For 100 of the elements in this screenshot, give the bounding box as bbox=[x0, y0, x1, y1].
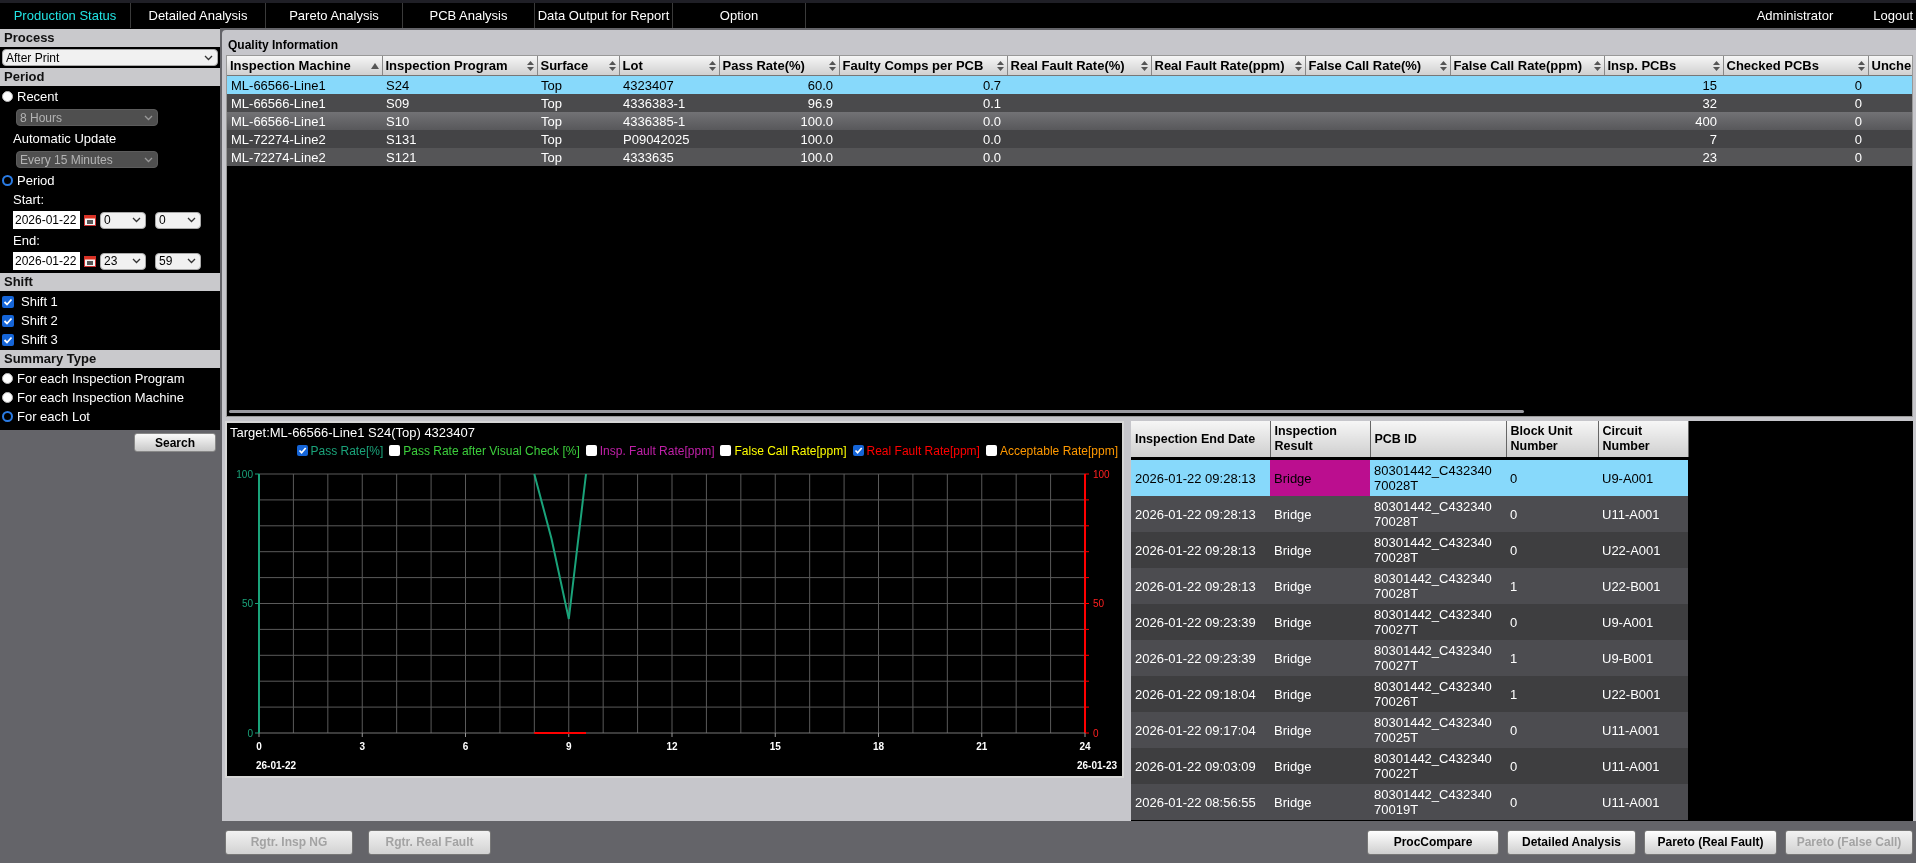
hour-select[interactable]: 23 bbox=[100, 252, 146, 270]
legend-label: Pass Rate after Visual Check [%] bbox=[403, 443, 580, 458]
sort-icon[interactable] bbox=[526, 60, 534, 71]
table-row[interactable]: 2026-01-22 09:28:13 Bridge 80301442_C43234070028T 0 U11-A001 bbox=[1131, 496, 1688, 532]
table-row[interactable]: 2026-01-22 09:23:39 Bridge 80301442_C43234070027T 0 U9-A001 bbox=[1131, 604, 1688, 640]
column-header[interactable]: Inspection Program bbox=[382, 56, 537, 76]
sort-icon[interactable] bbox=[608, 60, 616, 71]
checkbox[interactable] bbox=[389, 445, 401, 457]
checkbox[interactable] bbox=[985, 445, 997, 457]
table-cell: 0.0 bbox=[839, 112, 1007, 130]
table-cell: 4336385-1 bbox=[619, 112, 719, 130]
result-cell: Bridge bbox=[1270, 458, 1370, 496]
table-cell: 7 bbox=[1604, 130, 1723, 148]
radio-button[interactable] bbox=[2, 411, 13, 422]
checkbox[interactable] bbox=[720, 445, 732, 457]
column-header[interactable]: PCB ID bbox=[1370, 421, 1506, 459]
column-header[interactable]: Inspection Result bbox=[1270, 421, 1370, 459]
radio-button[interactable] bbox=[2, 91, 13, 102]
table-row[interactable]: ML-66566-Line1 S10 Top 4336385-1 100.0 0.0 400 0 bbox=[227, 112, 1912, 130]
table-cell: S131 bbox=[382, 130, 537, 148]
date-field[interactable]: 2026-01-22 bbox=[13, 252, 80, 270]
sort-icon[interactable] bbox=[1857, 60, 1865, 71]
table-row[interactable]: 2026-01-22 08:56:55 Bridge 80301442_C43234070019T 0 U11-A001 bbox=[1131, 784, 1688, 820]
radio-button[interactable] bbox=[2, 373, 13, 384]
table-row[interactable]: ML-66566-Line1 S24 Top 4323407 60.0 0.7 15 0 bbox=[227, 75, 1912, 94]
minute-select[interactable]: 0 bbox=[155, 211, 201, 229]
table-cell: 0 bbox=[1506, 784, 1598, 820]
column-header[interactable]: Real Fault Rate(ppm) bbox=[1151, 56, 1305, 76]
calendar-icon[interactable] bbox=[84, 214, 96, 226]
axis-label: 6 bbox=[462, 740, 469, 752]
table-cell: U22-A001 bbox=[1598, 532, 1688, 568]
table-row[interactable]: ML-72274-Line2 S121 Top 4333635 100.0 0.0 23 0 bbox=[227, 148, 1912, 166]
sort-icon[interactable] bbox=[1439, 60, 1447, 71]
sort-icon[interactable] bbox=[828, 60, 836, 71]
sort-icon[interactable] bbox=[1294, 60, 1302, 71]
nav-tab[interactable]: Data Output for Report bbox=[535, 3, 673, 28]
table-row[interactable]: 2026-01-22 09:28:13 Bridge 80301442_C43234070028T 0 U22-A001 bbox=[1131, 532, 1688, 568]
column-header[interactable]: Pass Rate(%) bbox=[719, 56, 839, 76]
column-header[interactable]: Checked PCBs bbox=[1723, 56, 1868, 76]
column-header[interactable]: Inspection Machine bbox=[227, 56, 382, 76]
checkbox[interactable] bbox=[2, 314, 14, 327]
column-header[interactable]: False Call Rate(%) bbox=[1305, 56, 1450, 76]
checkbox[interactable] bbox=[852, 445, 864, 457]
date-field[interactable]: 2026-01-22 bbox=[13, 211, 80, 229]
table-cell: 100.0 bbox=[719, 148, 839, 166]
column-header[interactable]: Real Fault Rate(%) bbox=[1007, 56, 1151, 76]
radio-button[interactable] bbox=[2, 175, 13, 186]
checkbox[interactable] bbox=[2, 295, 14, 308]
table-row[interactable]: 2026-01-22 09:17:04 Bridge 80301442_C43234070025T 0 U11-A001 bbox=[1131, 712, 1688, 748]
column-header[interactable]: Unche bbox=[1868, 56, 1912, 76]
table-row[interactable]: 2026-01-22 09:28:13 Bridge 80301442_C43234070028T 1 U22-B001 bbox=[1131, 568, 1688, 604]
table-cell: 2026-01-22 09:28:13 bbox=[1131, 532, 1270, 568]
logout-link[interactable]: Logout bbox=[1873, 3, 1913, 28]
table-row[interactable]: 2026-01-22 09:23:39 Bridge 80301442_C43234070027T 1 U9-B001 bbox=[1131, 640, 1688, 676]
table-cell: 0 bbox=[1506, 532, 1598, 568]
table-cell: ML-66566-Line1 bbox=[227, 94, 382, 112]
action-button[interactable]: Detailed Analysis bbox=[1507, 829, 1636, 855]
column-header[interactable]: Surface bbox=[537, 56, 619, 76]
axis-label: 21 bbox=[976, 740, 988, 752]
axis-label: 3 bbox=[359, 740, 366, 752]
table-row[interactable]: 2026-01-22 09:18:04 Bridge 80301442_C43234070026T 1 U22-B001 bbox=[1131, 676, 1688, 712]
table-cell: 2026-01-22 09:23:39 bbox=[1131, 604, 1270, 640]
sort-icon[interactable] bbox=[996, 60, 1004, 71]
table-cell: 23 bbox=[1604, 148, 1723, 166]
sort-icon[interactable] bbox=[1593, 60, 1601, 71]
table-row[interactable]: ML-66566-Line1 S09 Top 4336383-1 96.9 0.1 32 0 bbox=[227, 94, 1912, 112]
column-header[interactable]: Circuit Number bbox=[1598, 421, 1688, 459]
legend-label: False Call Rate[ppm] bbox=[734, 443, 847, 458]
field-label: Automatic Update bbox=[12, 130, 118, 148]
table-row[interactable]: 2026-01-22 09:28:13 Bridge 80301442_C43234070028T 0 U9-A001 bbox=[1131, 458, 1688, 496]
column-header[interactable]: Faulty Comps per PCB bbox=[839, 56, 1007, 76]
sort-icon[interactable] bbox=[370, 62, 379, 69]
table-row[interactable]: ML-72274-Line2 S131 Top P09042025 100.0 0.0 7 0 bbox=[227, 130, 1912, 148]
table-row[interactable]: 2026-01-22 09:03:09 Bridge 80301442_C43234070022T 0 U11-A001 bbox=[1131, 748, 1688, 784]
minute-select[interactable]: 59 bbox=[155, 252, 201, 270]
checkbox[interactable] bbox=[2, 333, 14, 346]
hour-select[interactable]: 0 bbox=[100, 211, 146, 229]
column-header[interactable]: Block Unit Number bbox=[1506, 421, 1598, 459]
radio-button[interactable] bbox=[2, 392, 13, 403]
calendar-icon[interactable] bbox=[84, 255, 96, 267]
action-button[interactable]: ProcCompare bbox=[1367, 829, 1499, 855]
scrollbar[interactable] bbox=[229, 410, 1524, 413]
table-cell: 2026-01-22 09:28:13 bbox=[1131, 496, 1270, 532]
table-cell: 100.0 bbox=[719, 112, 839, 130]
table-cell: U11-A001 bbox=[1598, 784, 1688, 820]
chevron-icon bbox=[144, 114, 153, 121]
search-button[interactable]: Search bbox=[134, 433, 216, 452]
result-cell: Bridge bbox=[1270, 640, 1370, 676]
column-header[interactable]: Inspection End Date bbox=[1131, 421, 1270, 459]
column-header[interactable]: Lot bbox=[619, 56, 719, 76]
process-select[interactable]: After Print bbox=[2, 49, 218, 66]
checkbox[interactable] bbox=[585, 445, 597, 457]
sort-icon[interactable] bbox=[708, 60, 716, 71]
checkbox[interactable] bbox=[296, 445, 308, 457]
column-header[interactable]: False Call Rate(ppm) bbox=[1450, 56, 1604, 76]
chevron-icon bbox=[204, 54, 213, 61]
column-header[interactable]: Insp. PCBs bbox=[1604, 56, 1723, 76]
sort-icon[interactable] bbox=[1140, 60, 1148, 71]
sort-icon[interactable] bbox=[1712, 60, 1720, 71]
action-button[interactable]: Pareto (Real Fault) bbox=[1644, 829, 1777, 855]
